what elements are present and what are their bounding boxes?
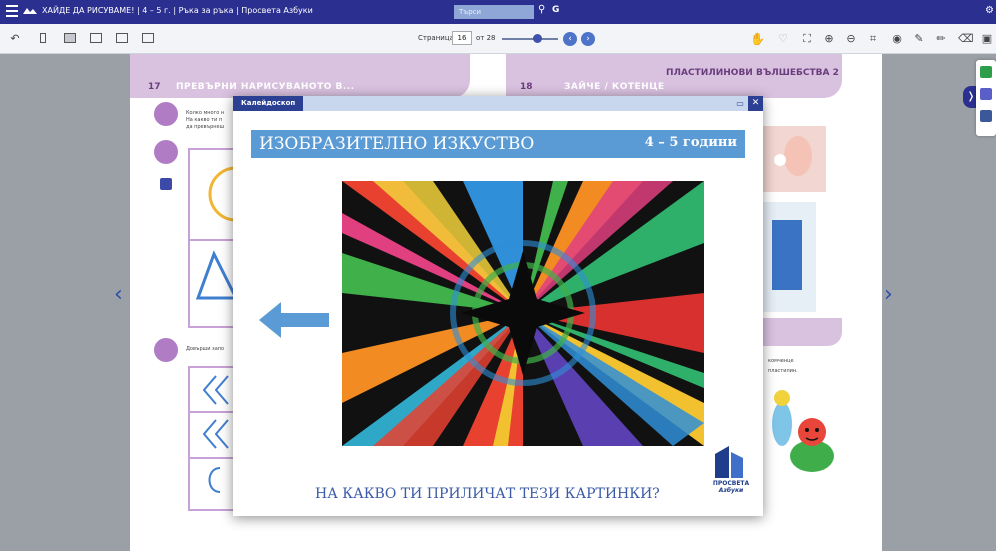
right-text-line: комченце: [768, 358, 794, 364]
right-section-header: [762, 318, 842, 346]
page-total: от 28: [476, 34, 496, 42]
left-text-line: На какво ти п: [186, 117, 223, 123]
page-number-input[interactable]: 16: [452, 31, 472, 45]
publisher-name-line1: ПРОСВЕТА: [712, 480, 750, 487]
tracing-patterns: [190, 375, 236, 493]
left-text-line: Колко много н: [186, 110, 225, 116]
publisher-logo-icon: [715, 446, 743, 478]
menu-icon[interactable]: [6, 5, 18, 17]
share-panel: [976, 60, 996, 136]
google-icon[interactable]: G: [552, 5, 559, 15]
search-icon[interactable]: ⚲: [538, 4, 545, 15]
popup-title-bar: Калейдоскоп ▭ ✕: [233, 96, 763, 111]
publisher-name: ПРОСВЕТА Азбуки: [711, 480, 751, 494]
save-icon[interactable]: ▣: [980, 32, 994, 46]
back-icon[interactable]: ↶: [8, 32, 22, 46]
pen-icon[interactable]: ✎: [912, 32, 926, 46]
clay-photo: [762, 126, 826, 192]
single-page-view-icon[interactable]: [40, 33, 46, 43]
zoom-in-icon[interactable]: ⊕: [822, 32, 836, 46]
next-spread-arrow-icon[interactable]: ›: [884, 282, 893, 307]
close-icon[interactable]: ✕: [748, 96, 763, 111]
left-page-number: 17: [148, 82, 161, 92]
banner-age: 4 – 5 години: [644, 135, 737, 150]
subject-banner: ИЗОБРАЗИТЕЛНО ИЗКУСТВО 4 – 5 години: [251, 130, 745, 158]
question-text: НА КАКВО ТИ ПРИЛИЧАТ ТЕЗИ КАРТИНКИ?: [315, 486, 660, 502]
maximize-icon[interactable]: ▭: [733, 96, 747, 111]
tracing-frame: [188, 366, 238, 511]
settings-icon[interactable]: ⚙: [985, 5, 994, 16]
eye-icon: [154, 140, 178, 164]
zoom-out-icon[interactable]: ⊖: [844, 32, 858, 46]
left-page-header: 17 ПРЕВЪРНИ НАРИСУВАНОТО В...: [130, 54, 470, 98]
thumbnails-view-icon[interactable]: [142, 33, 154, 43]
visibility-icon[interactable]: ◉: [890, 32, 904, 46]
teams-icon[interactable]: [980, 88, 992, 100]
next-page-icon[interactable]: ›: [581, 32, 595, 46]
app-logo-icon: [23, 8, 37, 14]
window-title: ХАЙДЕ ДА РИСУВАМЕ! | 4 – 5 г. | Ръка за …: [42, 6, 313, 15]
title-bar: ХАЙДЕ ДА РИСУВАМЕ! | 4 – 5 г. | Ръка за …: [0, 0, 996, 24]
facebook-icon[interactable]: [980, 110, 992, 122]
hand-icon: [154, 102, 178, 126]
right-page-header: 18 ЗАЙЧЕ / КОТЕНЦЕ ПЛАСТИЛИНОВИ ВЪЛШЕБСТ…: [506, 54, 842, 98]
kaleidoscope-popup: Калейдоскоп ▭ ✕ ИЗОБРАЗИТЕЛНО ИЗКУСТВО 4…: [233, 96, 763, 516]
hand-icon: [154, 338, 178, 362]
publisher-logo: ПРОСВЕТА Азбуки: [711, 446, 749, 496]
shapes-illustration: [190, 166, 264, 300]
split-view-icon[interactable]: [90, 33, 102, 43]
eraser-icon[interactable]: ⌫: [958, 32, 974, 46]
right-page-title: ПЛАСТИЛИНОВИ ВЪЛШЕБСТВА 2: [666, 68, 839, 78]
banner-title: ИЗОБРАЗИТЕЛНО ИЗКУСТВО: [259, 134, 535, 154]
kaleidoscope-image: [342, 181, 704, 446]
right-text-line: пластилин.: [768, 368, 798, 374]
eraser-tool-icon[interactable]: ♡: [776, 32, 790, 46]
page-slider[interactable]: [502, 38, 558, 40]
publisher-name-line2: Азбуки: [718, 487, 744, 494]
drawing-frame: [188, 148, 264, 328]
prev-spread-arrow-icon[interactable]: ‹: [114, 282, 123, 307]
popup-tab: Калейдоскоп: [233, 96, 304, 111]
page-slider-handle[interactable]: [533, 34, 542, 43]
image-view-icon[interactable]: [116, 33, 128, 43]
fullscreen-icon[interactable]: ⛶: [800, 32, 814, 46]
page-label: Страница: [418, 34, 454, 42]
right-page-subtitle: ЗАЙЧЕ / КОТЕНЦЕ: [564, 82, 665, 92]
info-icon[interactable]: [160, 178, 172, 190]
left-text-line: да превърнеш: [186, 124, 225, 130]
right-page-number: 18: [520, 82, 533, 92]
clay-photo: [762, 202, 816, 312]
double-page-view-icon[interactable]: [64, 33, 76, 43]
hand-tool-icon[interactable]: ✋: [750, 32, 765, 46]
classroom-icon[interactable]: [980, 66, 992, 78]
left-text-line: Довърши запо: [186, 346, 225, 352]
clay-figures-illustration: [772, 390, 834, 472]
left-page-title: ПРЕВЪРНИ НАРИСУВАНОТО В...: [176, 82, 355, 92]
prev-page-icon[interactable]: ‹: [563, 32, 577, 46]
toolbar: ↶ Страница 16 от 28 ‹ › ✋ ♡ ⛶ ⊕ ⊖ ⌗ ◉ ✎ …: [0, 24, 996, 54]
back-arrow-icon[interactable]: [259, 302, 329, 338]
crop-icon[interactable]: ⌗: [866, 32, 880, 46]
pencil-icon[interactable]: ✏: [934, 32, 948, 46]
search-input[interactable]: Търси: [454, 5, 534, 19]
